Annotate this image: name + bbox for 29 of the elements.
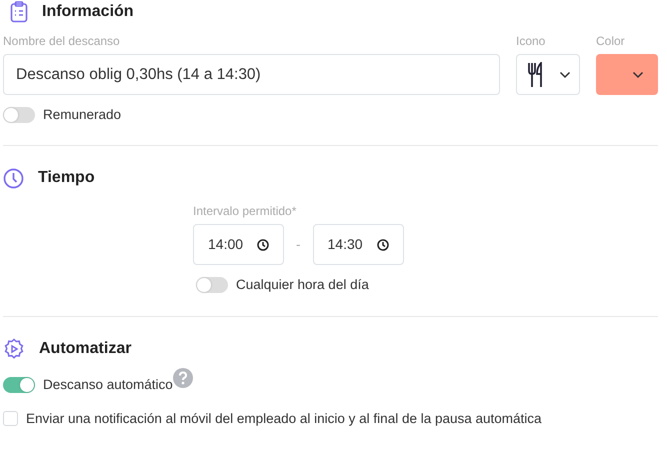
field-label: Icono: [516, 33, 546, 50]
field-label: Intervalo permitido*: [193, 203, 298, 220]
caret-icon: [632, 70, 644, 78]
name-field[interactable]: Descanso oblig 0,30hs (14 a 14:30): [3, 54, 500, 95]
checkbox-label: Enviar una notificación al móvil del empleado al inicio y al final de la pausa automática: [26, 410, 542, 428]
clipboard-icon: [10, 1, 28, 23]
section-title: Información: [42, 2, 134, 22]
field-label: Color: [596, 33, 626, 50]
field-label: Nombre del descanso: [3, 33, 121, 50]
toggle-switch[interactable]: [196, 277, 228, 294]
toggle-switch[interactable]: [3, 376, 35, 393]
toggle-label: Cualquier hora del día: [236, 276, 369, 294]
toggle-switch[interactable]: [3, 107, 35, 124]
gear-icon: [3, 338, 25, 360]
range-separator: -: [296, 236, 300, 254]
help-icon: [172, 368, 193, 388]
toggle-label: Remunerado: [43, 106, 122, 124]
toggle-label: Descanso automático: [43, 376, 173, 394]
section-title: Tiempo: [38, 168, 95, 188]
checkbox[interactable]: [3, 411, 18, 426]
caret-icon: [559, 70, 571, 78]
icon-select[interactable]: [516, 54, 580, 95]
color-select[interactable]: [596, 54, 658, 95]
time-field[interactable]: 14:30: [312, 224, 404, 266]
clock-icon: [257, 238, 269, 251]
clock-icon: [376, 238, 388, 251]
section-title: Automatizar: [39, 338, 132, 358]
time-field[interactable]: 14:00: [193, 224, 284, 266]
clock-icon: [3, 168, 24, 189]
